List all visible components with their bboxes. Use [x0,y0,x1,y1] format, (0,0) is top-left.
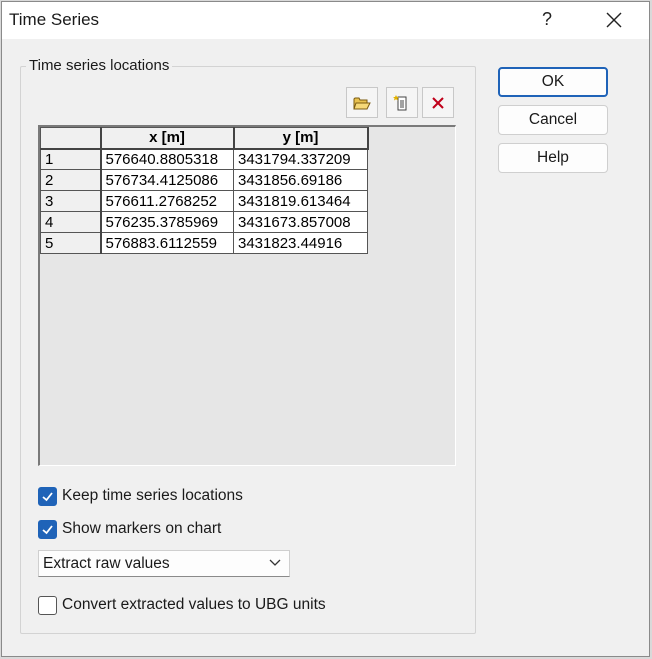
x-cell[interactable]: 576235.3785969 [100,211,234,233]
row-header[interactable]: 5 [40,232,102,254]
convert-units-label[interactable]: Convert extracted values to UBG units [62,596,326,614]
window-title: Time Series [9,10,100,29]
row-header[interactable]: 1 [40,148,102,170]
y-cell[interactable]: 3431856.69186 [233,169,368,191]
keep-locations-checkbox[interactable] [38,487,57,506]
chevron-down-icon [269,559,281,566]
table-row[interactable]: 5 576883.6112559 3431823.44916 [40,232,368,254]
table-header-row: x [m] y [m] [40,127,369,150]
new-location-button[interactable] [386,87,418,118]
group-label: Time series locations [26,57,173,74]
help-question-icon[interactable]: ? [539,9,555,30]
x-cell[interactable]: 576883.6112559 [100,232,234,254]
row-header[interactable]: 3 [40,190,102,212]
x-cell[interactable]: 576640.8805318 [100,148,234,170]
cancel-button[interactable]: Cancel [498,105,608,135]
row-header[interactable]: 2 [40,169,102,191]
locations-table: x [m] y [m] 1 576640.8805318 3431794.337… [40,127,369,254]
convert-units-checkbox[interactable] [38,596,57,615]
ok-button[interactable]: OK [498,67,608,97]
locations-grid[interactable]: x [m] y [m] 1 576640.8805318 3431794.337… [38,125,456,466]
delete-x-icon [432,96,444,109]
extract-mode-value: Extract raw values [43,555,170,572]
x-cell[interactable]: 576734.4125086 [100,169,234,191]
table-row[interactable]: 1 576640.8805318 3431794.337209 [40,148,368,170]
y-cell[interactable]: 3431673.857008 [233,211,368,233]
y-cell[interactable]: 3431823.44916 [233,232,368,254]
show-markers-label[interactable]: Show markers on chart [62,520,221,538]
delete-location-button[interactable] [422,87,454,118]
close-icon[interactable] [606,12,622,28]
x-cell[interactable]: 576611.2768252 [100,190,234,212]
y-cell[interactable]: 3431794.337209 [233,148,368,170]
keep-locations-label[interactable]: Keep time series locations [62,487,243,505]
column-header-x[interactable]: x [m] [100,127,235,150]
folder-open-icon [353,97,371,109]
table-row[interactable]: 2 576734.4125086 3431856.69186 [40,169,368,191]
extract-mode-select[interactable]: Extract raw values [38,550,290,577]
new-document-icon [393,94,407,110]
checkmark-icon [42,492,53,502]
title-bar: Time Series ? [2,2,649,39]
show-markers-checkbox[interactable] [38,520,57,539]
column-header-y[interactable]: y [m] [233,127,369,150]
row-header[interactable]: 4 [40,211,102,233]
checkmark-icon [42,525,53,535]
y-cell[interactable]: 3431819.613464 [233,190,368,212]
table-row[interactable]: 3 576611.2768252 3431819.613464 [40,190,368,212]
corner-header [40,127,102,150]
table-row[interactable]: 4 576235.3785969 3431673.857008 [40,211,368,233]
help-button[interactable]: Help [498,143,608,173]
open-file-button[interactable] [346,87,378,118]
